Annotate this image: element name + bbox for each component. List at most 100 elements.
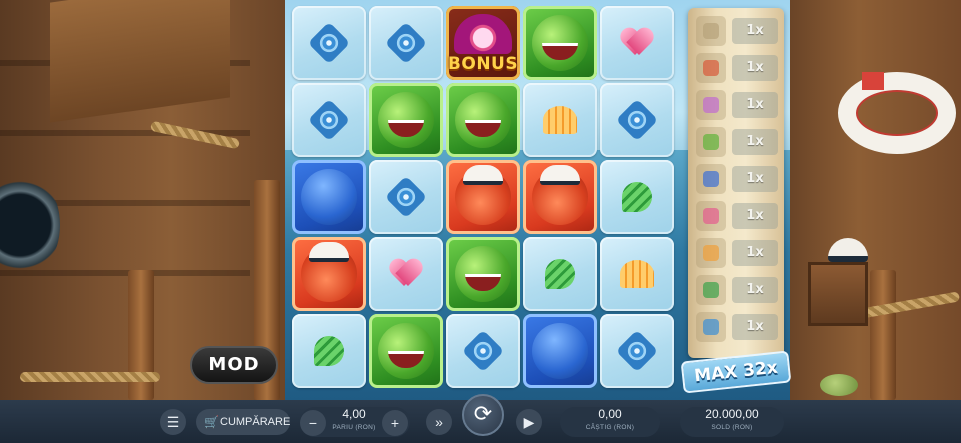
octopus-captain-icon xyxy=(532,165,588,225)
frog-monster-icon xyxy=(532,15,588,71)
multiplier-value: 1x xyxy=(732,203,778,229)
reel-cell xyxy=(369,314,443,388)
reel-grid: BONUS xyxy=(292,6,676,388)
reel-cell xyxy=(600,83,674,157)
dock-post xyxy=(870,270,896,400)
frog-monster-icon xyxy=(378,323,434,379)
increase-bet-button[interactable]: + xyxy=(382,410,408,436)
spiral-shell-icon xyxy=(384,175,428,219)
pufferfish-icon xyxy=(820,374,858,396)
spiral-shell-icon xyxy=(615,329,659,373)
reel-cell xyxy=(600,314,674,388)
win-display: 0,00 CÂȘTIG (RON) xyxy=(560,405,660,439)
reel-cell xyxy=(369,160,443,234)
reel-cell xyxy=(292,160,366,234)
reel-cell xyxy=(292,83,366,157)
scallop-shell-icon xyxy=(620,260,654,288)
turbo-icon[interactable]: » xyxy=(426,409,452,435)
spiral-shell-icon xyxy=(461,329,505,373)
conch-shell-icon xyxy=(314,336,344,366)
reel-cell xyxy=(523,160,597,234)
multiplier-value: 1x xyxy=(732,314,778,340)
multiplier-value: 1x xyxy=(732,166,778,192)
reel-cell xyxy=(523,314,597,388)
reel-cell xyxy=(523,6,597,80)
shell-icon xyxy=(696,238,726,268)
reel-cell xyxy=(600,160,674,234)
paytable-row: 1x xyxy=(696,127,780,157)
reel-cell xyxy=(446,160,520,234)
blank-icon xyxy=(696,16,726,46)
multiplier-value: 1x xyxy=(732,92,778,118)
spiral-shell-icon xyxy=(307,98,351,142)
spiral-shell-icon xyxy=(615,98,659,142)
paytable-row: 1x xyxy=(696,16,780,46)
paytable-row: 1x xyxy=(696,238,780,268)
octopus-captain-icon xyxy=(455,165,511,225)
lifebuoy-icon xyxy=(838,72,956,154)
captain-icon xyxy=(696,53,726,83)
frog-icon xyxy=(696,127,726,157)
reel-cell xyxy=(292,237,366,311)
reel-cell xyxy=(292,314,366,388)
spiral-shell-icon xyxy=(384,21,428,65)
heart-icon xyxy=(696,201,726,231)
conch-shell-icon xyxy=(622,182,652,212)
paytable-row: 1x xyxy=(696,275,780,305)
paytable-row: 1x xyxy=(696,312,780,342)
autoplay-icon[interactable]: ▶ xyxy=(516,409,542,435)
reel-cell xyxy=(292,6,366,80)
octopus-icon xyxy=(696,90,726,120)
frog-monster-icon xyxy=(378,92,434,148)
balance-display: 20.000,00 SOLD (RON) xyxy=(680,405,784,439)
spiral-icon xyxy=(696,312,726,342)
spin-icon: ⟳ xyxy=(473,401,493,426)
decrease-bet-button[interactable]: − xyxy=(300,410,326,436)
conch-icon xyxy=(696,275,726,305)
reel-cell xyxy=(523,83,597,157)
octopus-captain-icon xyxy=(301,242,357,302)
multiplier-paytable: 1x 1x 1x 1x 1x 1x 1x 1x 1x xyxy=(688,8,784,358)
reel-cell xyxy=(446,83,520,157)
blue-monster-icon xyxy=(532,323,588,379)
blue-monster-icon xyxy=(301,169,357,225)
win-value: 0,00 xyxy=(598,407,622,421)
pearl-clam-icon xyxy=(454,14,512,55)
multiplier-value: 1x xyxy=(732,277,778,303)
balance-label: SOLD (RON) xyxy=(711,424,753,431)
scallop-shell-icon xyxy=(543,106,577,134)
heart-icon xyxy=(621,29,653,57)
reel-cell: BONUS xyxy=(446,6,520,80)
reel-cell xyxy=(369,6,443,80)
reel-cell xyxy=(369,83,443,157)
spin-button[interactable]: ⟳ xyxy=(462,394,504,436)
buy-feature-button[interactable]: 🛒 CUMPĂRARE xyxy=(196,409,290,435)
bet-value: 4,00 xyxy=(342,407,366,421)
multiplier-value: 1x xyxy=(732,18,778,44)
frog-monster-icon xyxy=(455,92,511,148)
reel-cell xyxy=(369,237,443,311)
buy-label: CUMPĂRARE xyxy=(220,416,291,428)
reel-cell xyxy=(600,6,674,80)
multiplier-value: 1x xyxy=(732,240,778,266)
bet-display: 4,00 PARIU (RON) xyxy=(326,405,382,439)
mod-button[interactable]: MOD xyxy=(190,346,278,384)
paytable-row: 1x xyxy=(696,164,780,194)
paytable-row: 1x xyxy=(696,90,780,120)
multiplier-value: 1x xyxy=(732,129,778,155)
multiplier-value: 1x xyxy=(732,55,778,81)
heart-icon xyxy=(390,260,422,288)
bonus-label: BONUS xyxy=(447,54,519,74)
balance-value: 20.000,00 xyxy=(705,407,759,421)
cart-icon: 🛒 xyxy=(204,415,219,429)
frog-monster-icon xyxy=(455,246,511,302)
rope xyxy=(20,372,160,382)
reel-cell xyxy=(600,237,674,311)
conch-shell-icon xyxy=(545,259,575,289)
reel-cell xyxy=(446,237,520,311)
paytable-row: 1x xyxy=(696,201,780,231)
reel-cell xyxy=(446,314,520,388)
wooden-crate xyxy=(808,262,868,326)
paytable-row: 1x xyxy=(696,53,780,83)
menu-icon[interactable]: ☰ xyxy=(160,409,186,435)
